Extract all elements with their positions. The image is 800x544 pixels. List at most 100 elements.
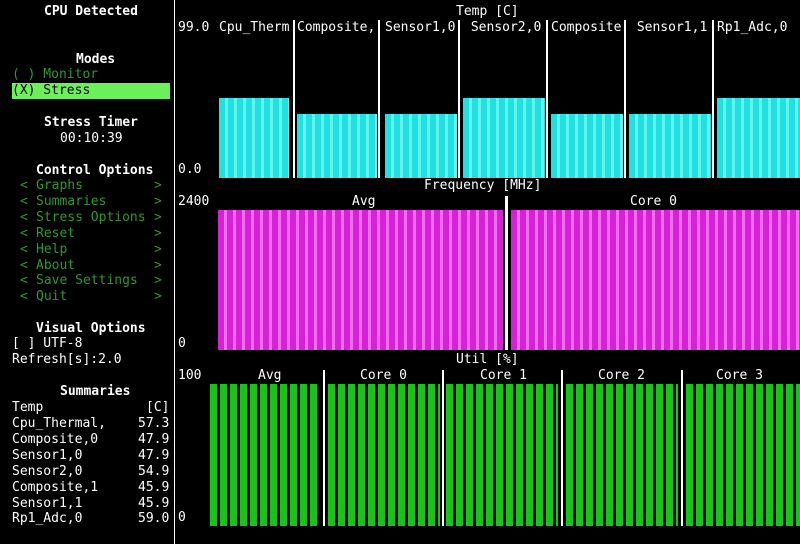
- temp-ymax: 99.0: [178, 20, 210, 35]
- control-option-help[interactable]: < Help >: [0, 242, 170, 258]
- control-option-summaries[interactable]: < Summaries >: [0, 194, 170, 210]
- control-right-arrow: >: [154, 273, 162, 289]
- util-bar: [328, 384, 440, 526]
- temp-label: Cpu_Therm: [219, 20, 290, 35]
- control-option-label: Reset: [36, 225, 76, 241]
- temp-bar: [463, 98, 545, 178]
- control-option-label: Stress Options: [36, 209, 146, 225]
- utf8-checkbox[interactable]: [ ] UTF-8: [12, 336, 82, 352]
- temp-bar: [629, 114, 711, 178]
- temp-bar: [551, 114, 623, 178]
- mode-stress-radio[interactable]: (X) Stress: [12, 83, 170, 99]
- util-bar: [566, 384, 678, 526]
- stress-timer-value: 00:10:39: [60, 131, 123, 146]
- control-option-label: About: [36, 257, 76, 273]
- control-right-arrow: >: [154, 289, 162, 305]
- summary-value: 47.9: [138, 431, 170, 447]
- control-option-about[interactable]: < About >: [0, 258, 170, 274]
- temp-column-separator: [546, 20, 548, 178]
- control-option-reset[interactable]: < Reset >: [0, 226, 170, 242]
- control-left-arrow: <: [20, 257, 28, 273]
- control-right-arrow: >: [154, 257, 162, 273]
- mode-monitor-radio[interactable]: ( ) Monitor: [12, 67, 98, 83]
- control-right-arrow: >: [154, 209, 162, 225]
- summary-temp-label: Temp: [12, 400, 44, 415]
- control-option-label: Quit: [36, 289, 68, 305]
- control-right-arrow: >: [154, 193, 162, 209]
- temp-label: Sensor2,0: [463, 20, 542, 35]
- refresh-setting[interactable]: Refresh[s]:2.0: [12, 352, 122, 368]
- util-label: Core 0: [360, 368, 407, 383]
- control-left-arrow: <: [20, 225, 28, 241]
- control-option-label: Save Settings: [36, 273, 138, 289]
- util-column-separator: [442, 370, 444, 526]
- util-column-separator: [681, 370, 683, 526]
- temp-label: Composite: [551, 20, 622, 35]
- stress-timer-header: Stress Timer: [44, 115, 138, 130]
- util-ymax: 100: [178, 368, 202, 383]
- summary-value: 57.3: [138, 416, 170, 431]
- temp-bar: [219, 98, 289, 178]
- summary-label: Composite,1: [12, 479, 99, 495]
- control-option-label: Graphs: [36, 178, 83, 193]
- util-ymin: 0: [178, 510, 186, 525]
- summary-value: 47.9: [138, 447, 170, 463]
- util-bar: [686, 384, 800, 526]
- temp-label: Sensor1,1: [629, 20, 708, 35]
- freq-graph-title: Frequency [MHz]: [424, 178, 542, 193]
- util-label: Avg: [258, 368, 282, 383]
- util-column-separator: [561, 370, 563, 526]
- control-option-stress-options[interactable]: < Stress Options >: [0, 210, 170, 226]
- freq-ymax: 2400: [178, 194, 210, 209]
- control-left-arrow: <: [20, 193, 28, 209]
- temp-label: Composite,: [297, 20, 376, 35]
- summary-label: Rp1_Adc,0: [12, 511, 83, 527]
- util-label: Core 3: [716, 368, 763, 383]
- temp-label: Rp1_Adc,0: [717, 20, 788, 35]
- summary-value: 45.9: [138, 479, 170, 495]
- summary-value: 59.0: [138, 511, 170, 527]
- freq-label-avg: Avg: [352, 194, 376, 209]
- freq-bar-avg: [218, 210, 503, 350]
- control-left-arrow: <: [20, 289, 28, 305]
- control-option-label: Summaries: [36, 193, 107, 209]
- summary-label: Sensor2,0: [12, 463, 83, 479]
- temp-column-separator: [378, 20, 380, 178]
- control-right-arrow: >: [154, 241, 162, 257]
- control-left-arrow: <: [20, 178, 28, 193]
- temp-bar: [297, 114, 377, 178]
- cpu-detected-header: CPU Detected: [44, 4, 138, 19]
- temp-ymin: 0.0: [178, 162, 202, 177]
- temp-label: Sensor1,0: [385, 20, 456, 35]
- util-bar: [210, 384, 320, 526]
- summary-label: Sensor1,1: [12, 495, 83, 511]
- util-label: Core 1: [480, 368, 527, 383]
- temp-bar: [385, 114, 457, 178]
- freq-ymin: 0: [178, 336, 186, 351]
- temp-graph-title: Temp [C]: [456, 4, 519, 19]
- temp-column-separator: [712, 20, 714, 178]
- summary-label: Cpu_Thermal,: [12, 416, 106, 431]
- control-option-graphs[interactable]: < Graphs >: [0, 178, 170, 194]
- temp-column-separator: [624, 20, 626, 178]
- summary-label: Sensor1,0: [12, 447, 83, 463]
- summaries-header: Summaries: [60, 384, 131, 399]
- control-options-header: Control Options: [36, 163, 154, 178]
- util-column-separator: [323, 370, 325, 526]
- control-option-quit[interactable]: < Quit >: [0, 289, 170, 305]
- temp-column-separator: [458, 20, 460, 178]
- summary-temp-unit: [C]: [146, 400, 170, 415]
- freq-bar-core0: [511, 210, 800, 350]
- util-graph-title: Util [%]: [456, 352, 519, 367]
- summary-value: 54.9: [138, 463, 170, 479]
- modes-header: Modes: [76, 52, 116, 67]
- visual-options-header: Visual Options: [36, 321, 146, 336]
- control-option-label: Help: [36, 241, 68, 257]
- summary-label: Composite,0: [12, 431, 99, 447]
- control-option-save-settings[interactable]: < Save Settings >: [0, 273, 170, 289]
- sidebar-divider: [174, 0, 175, 544]
- control-right-arrow: >: [154, 178, 162, 193]
- temp-bar: [717, 98, 800, 178]
- freq-label-core0: Core 0: [630, 194, 677, 209]
- control-left-arrow: <: [20, 273, 28, 289]
